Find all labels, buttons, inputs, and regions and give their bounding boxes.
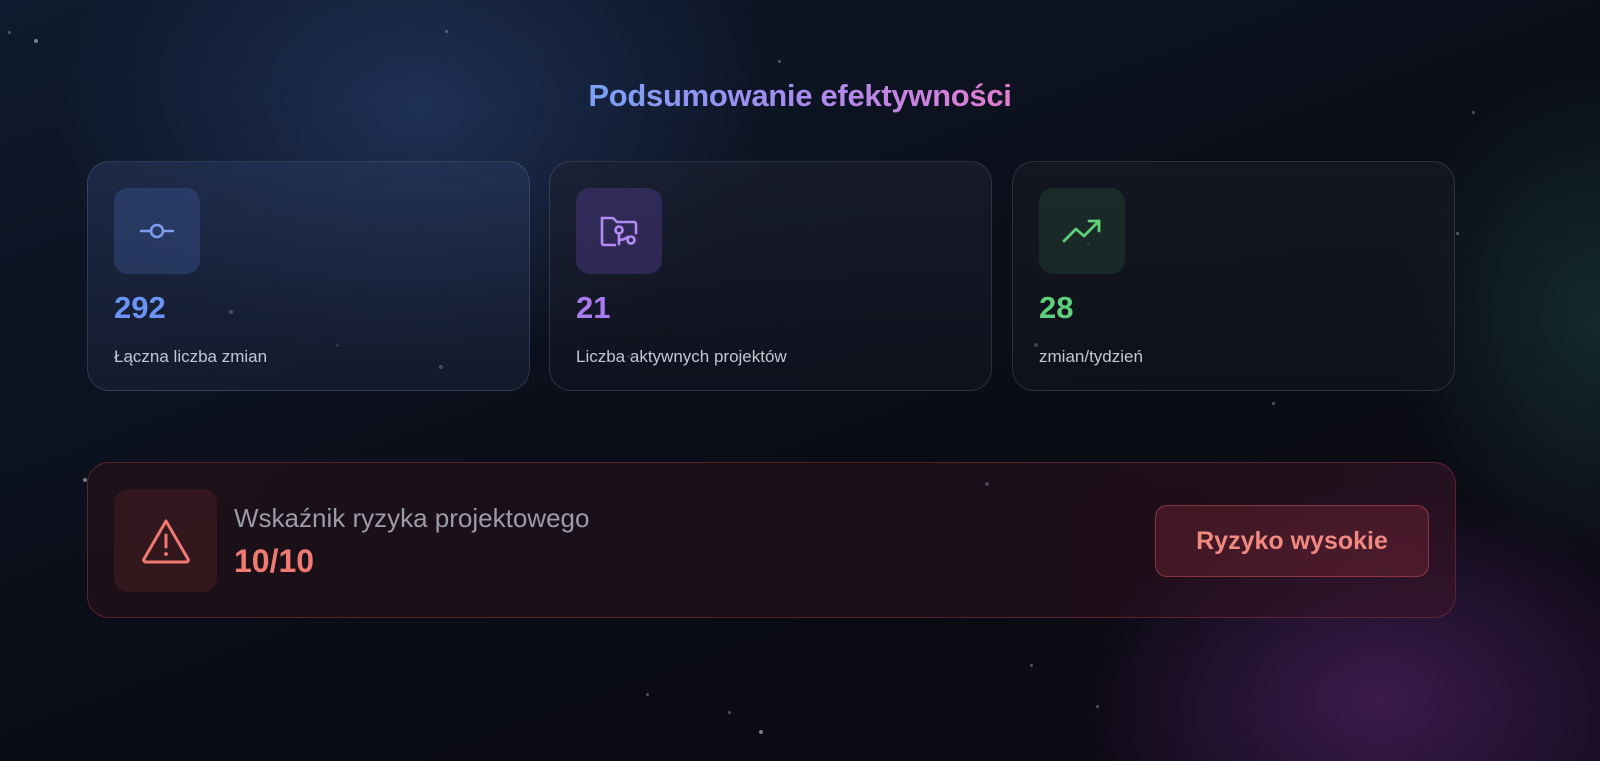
stat-card-total-changes: 292 Łączna liczba zmian [87,161,530,391]
stat-label: Łączna liczba zmian [114,347,268,366]
risk-title: Wskaźnik ryzyka projektowego [234,503,590,533]
folder-git-icon [576,188,662,274]
trending-up-icon [1039,188,1125,274]
stat-value: 28 [1039,290,1074,325]
risk-level-badge[interactable]: Ryzyko wysokie [1155,505,1429,577]
warning-triangle-icon [114,489,217,592]
page-title: Podsumowanie efektywności [0,78,1600,114]
stat-label: zmian/tydzień [1039,347,1143,366]
stat-value: 21 [576,290,611,325]
commit-icon [114,188,200,274]
risk-score: 10/10 [234,543,315,579]
risk-indicator-panel: Wskaźnik ryzyka projektowego 10/10 Ryzyk… [87,462,1456,618]
stat-value: 292 [114,290,166,325]
stat-card-active-projects: 21 Liczba aktywnych projektów [549,161,992,391]
stat-label: Liczba aktywnych projektów [576,347,787,366]
stat-card-changes-per-week: 28 zmian/tydzień [1012,161,1455,391]
page-title-text: Podsumowanie efektywności [588,78,1012,113]
